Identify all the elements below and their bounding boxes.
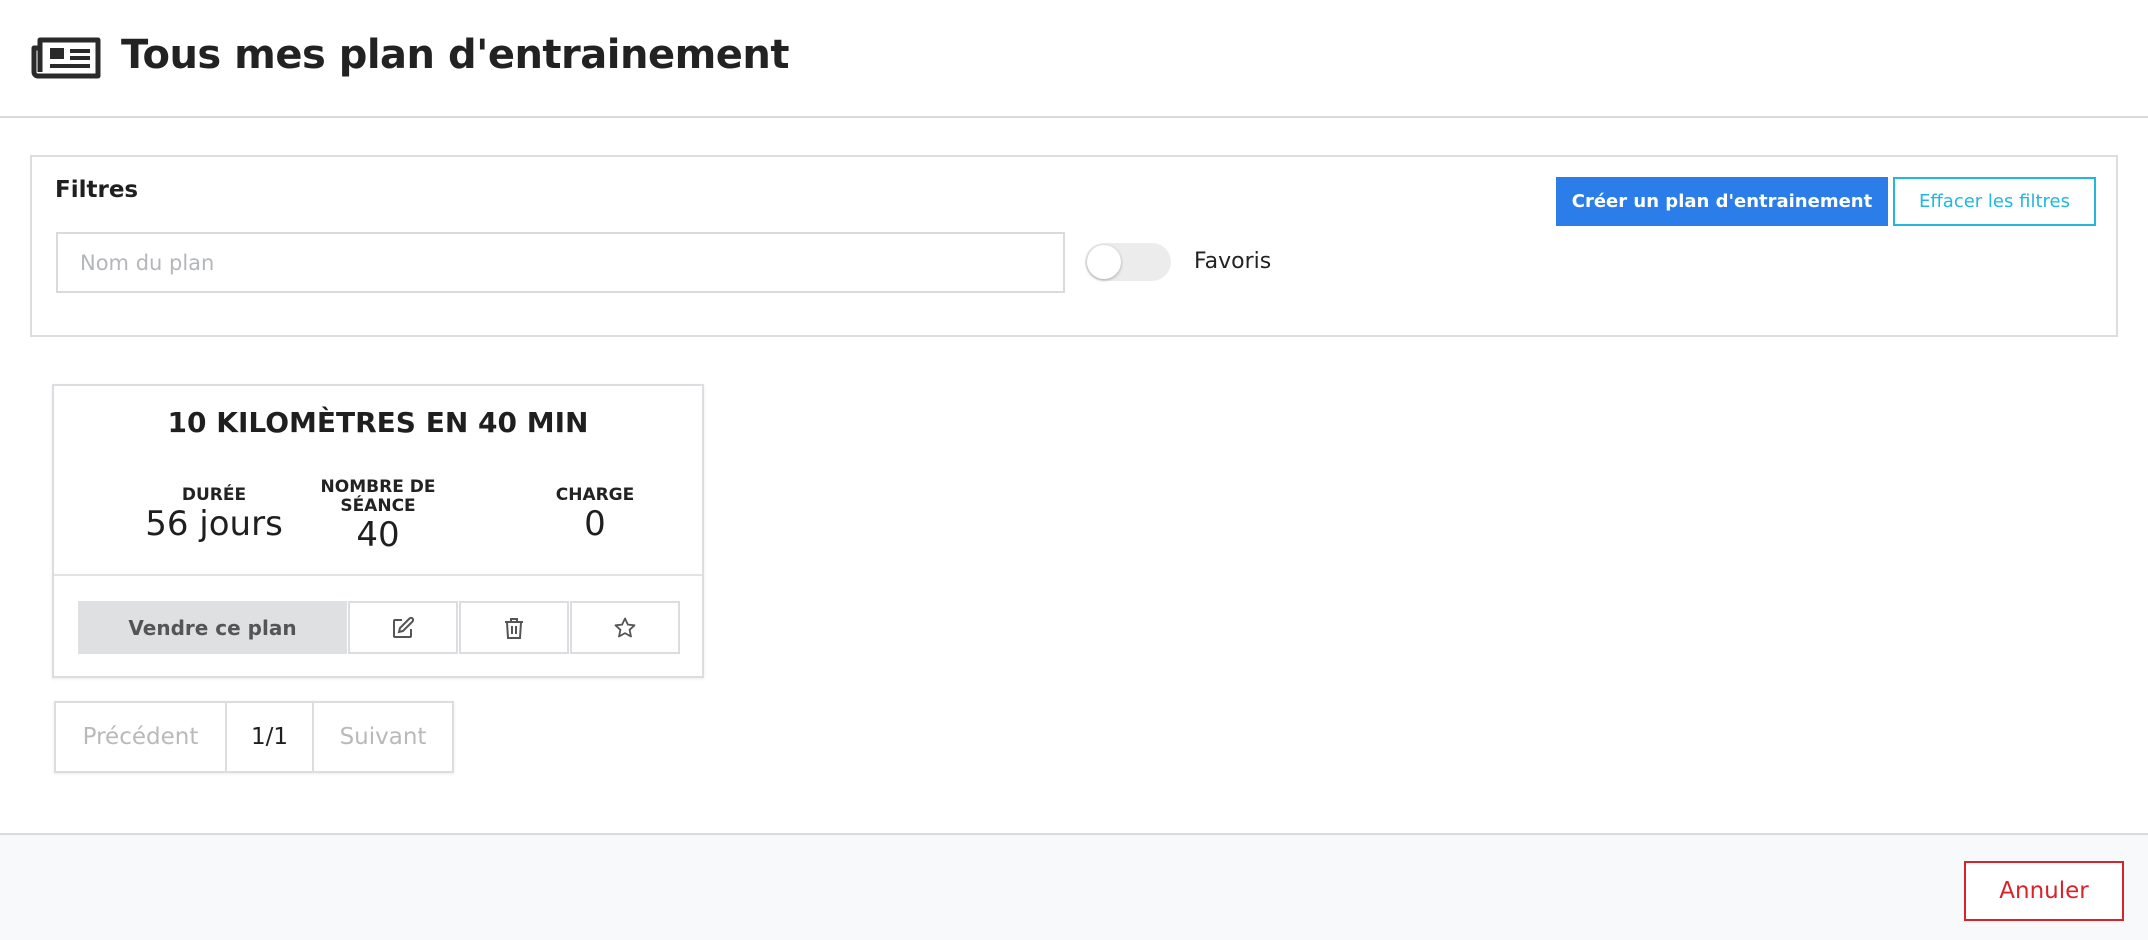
page-title: Tous mes plan d'entrainement <box>121 32 790 78</box>
stat-load: CHARGE 0 <box>495 485 695 544</box>
filters-title: Filtres <box>55 177 139 203</box>
stat-load-value: 0 <box>584 504 606 544</box>
pagination-current: 1/1 <box>227 703 314 771</box>
clear-filters-button[interactable]: Effacer les filtres <box>1893 177 2096 226</box>
plan-actions: Vendre ce plan <box>78 601 680 654</box>
plan-card: 10 KILOMÈTRES EN 40 MIN DURÉE 56 jours N… <box>52 384 704 678</box>
stat-sessions-value: 40 <box>356 515 400 555</box>
stat-sessions: NOMBRE DE SÉANCE 40 <box>278 477 478 555</box>
sell-plan-button[interactable]: Vendre ce plan <box>78 601 347 654</box>
modal-footer: Annuler <box>0 833 2148 940</box>
star-icon <box>614 617 636 637</box>
favorite-plan-button[interactable] <box>570 601 680 654</box>
plan-name-search-input[interactable] <box>56 232 1065 293</box>
favorites-toggle[interactable] <box>1085 243 1171 281</box>
edit-icon <box>393 616 415 638</box>
delete-plan-button[interactable] <box>459 601 569 654</box>
pagination-previous[interactable]: Précédent <box>56 703 227 771</box>
stat-sessions-label: NOMBRE DE SÉANCE <box>320 477 436 516</box>
trash-icon <box>505 617 523 639</box>
pagination-next[interactable]: Suivant <box>314 703 452 771</box>
favorites-label: Favoris <box>1194 249 1272 274</box>
page-header: Tous mes plan d'entrainement <box>0 0 2148 118</box>
pagination: Précédent 1/1 Suivant <box>54 701 454 773</box>
filters-panel: Filtres Favoris Créer un plan d'entraine… <box>30 155 2118 337</box>
toggle-knob <box>1087 245 1121 279</box>
cancel-button[interactable]: Annuler <box>1964 861 2124 921</box>
plan-title: 10 KILOMÈTRES EN 40 MIN <box>167 406 589 439</box>
create-plan-button[interactable]: Créer un plan d'entrainement <box>1556 177 1888 226</box>
stat-load-label: CHARGE <box>555 485 635 505</box>
card-divider <box>54 574 702 576</box>
edit-plan-button[interactable] <box>348 601 458 654</box>
newspaper-icon <box>31 37 101 79</box>
